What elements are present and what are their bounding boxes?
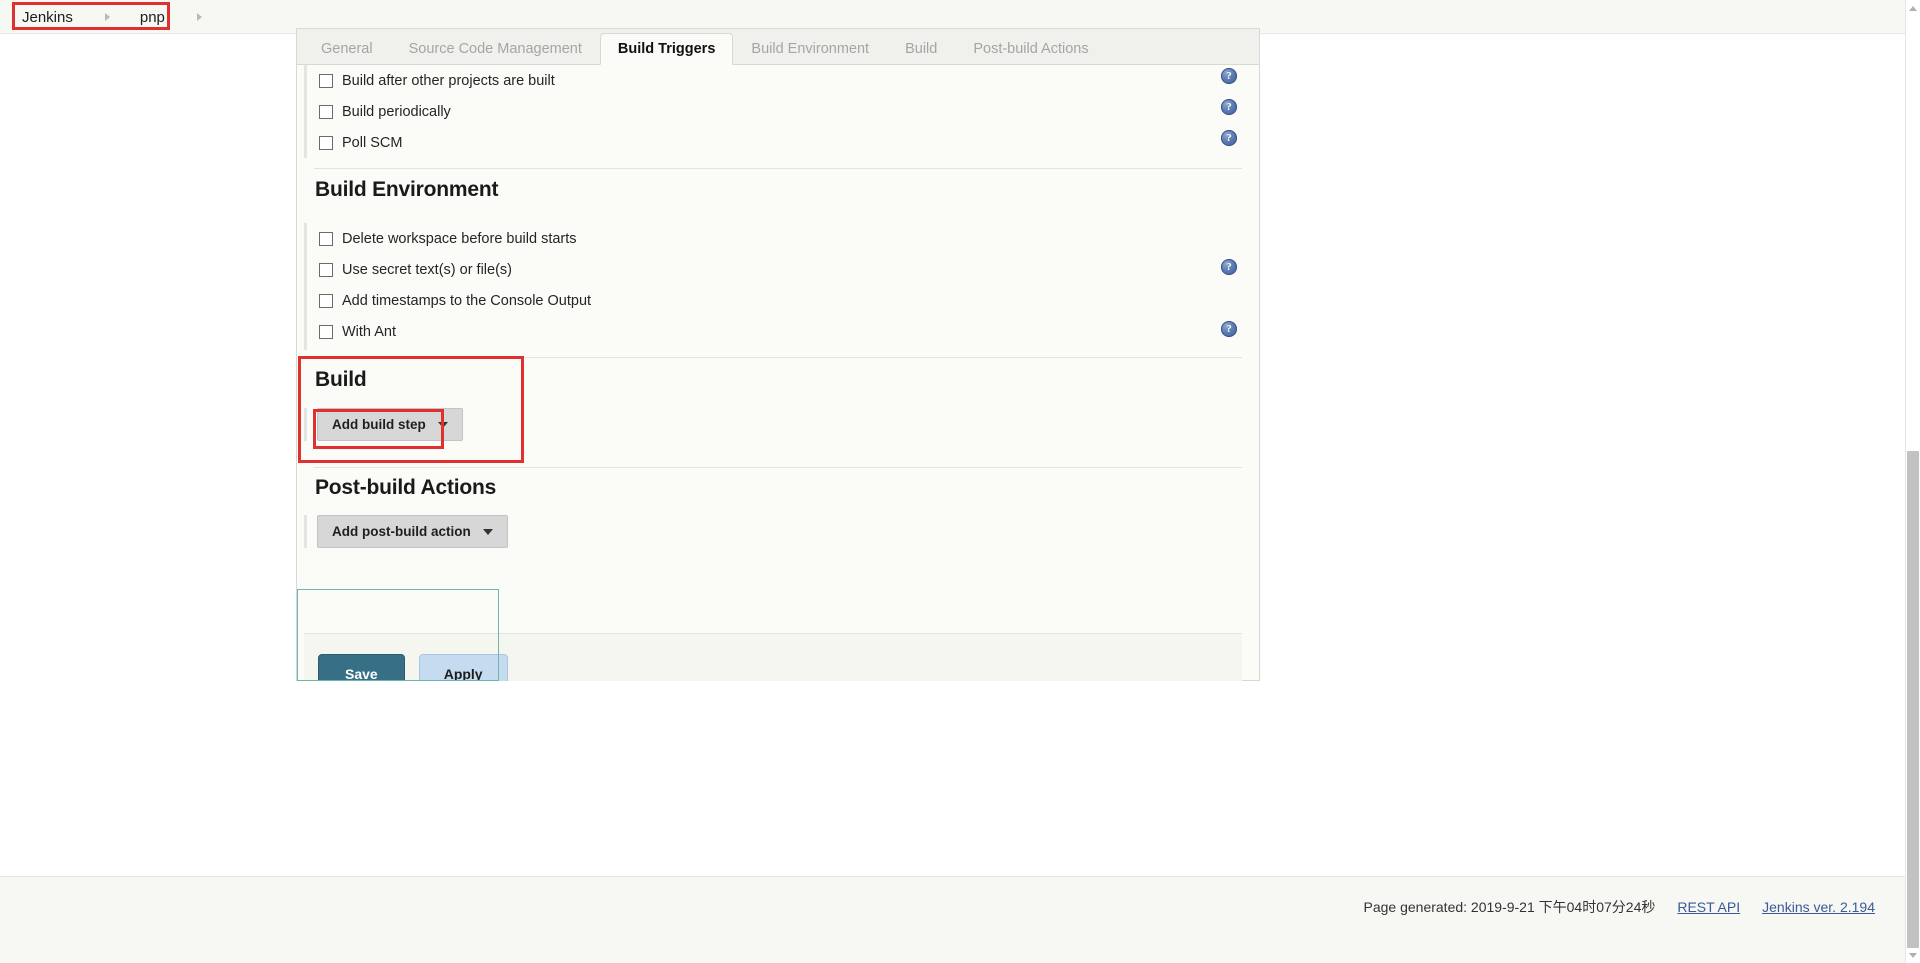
help-icon-use-secret-text[interactable]: ? <box>1221 259 1237 275</box>
checkbox-row-use-secret-text[interactable]: Use secret text(s) or file(s) <box>307 254 1242 285</box>
divider-build <box>314 357 1242 358</box>
add-post-build-action-button[interactable]: Add post-build action <box>317 515 508 548</box>
checkbox-label-build-periodically: Build periodically <box>342 103 451 120</box>
build-environment-checkbox-group: Delete workspace before build starts Use… <box>304 223 1242 350</box>
divider-build-environment <box>314 168 1242 169</box>
checkbox-label-add-timestamps: Add timestamps to the Console Output <box>342 292 592 309</box>
tab-post-build-actions[interactable]: Post-build Actions <box>955 33 1106 64</box>
chevron-right-icon-2 <box>196 13 202 21</box>
form-actions-bar: Save Apply <box>304 633 1242 681</box>
section-title-build-environment: Build Environment <box>315 178 499 201</box>
help-icon-with-ant[interactable]: ? <box>1221 321 1237 337</box>
checkbox-build-periodically[interactable] <box>319 104 333 119</box>
scroll-up-arrow-icon[interactable] <box>1906 0 1920 16</box>
add-build-step-button[interactable]: Add build step <box>317 408 463 441</box>
checkbox-build-after-other-projects[interactable] <box>319 73 333 88</box>
checkbox-row-with-ant[interactable]: With Ant <box>307 316 1242 347</box>
tab-source-code-management-label: Source Code Management <box>408 40 582 57</box>
checkbox-label-use-secret-text: Use secret text(s) or file(s) <box>342 261 512 278</box>
checkbox-row-delete-workspace[interactable]: Delete workspace before build starts <box>307 223 1242 254</box>
page-footer: Page generated: 2019-9-21 下午04时07分24秒 RE… <box>0 876 1905 963</box>
tab-post-build-actions-label: Post-build Actions <box>973 40 1089 57</box>
footer-content: Page generated: 2019-9-21 下午04时07分24秒 RE… <box>1364 897 1876 917</box>
tab-build-environment-label: Build Environment <box>751 40 870 57</box>
tab-source-code-management[interactable]: Source Code Management <box>391 33 600 64</box>
tab-build[interactable]: Build <box>887 33 955 64</box>
help-icon-poll-scm[interactable]: ? <box>1221 130 1237 146</box>
post-build-action-button-wrap: Add post-build action <box>304 515 508 548</box>
add-post-build-action-label: Add post-build action <box>332 524 471 539</box>
divider-post-build <box>314 467 1242 468</box>
checkbox-delete-workspace[interactable] <box>319 231 333 246</box>
section-title-build: Build <box>315 368 367 391</box>
save-button[interactable]: Save <box>318 653 405 681</box>
add-build-step-label: Add build step <box>332 417 426 432</box>
breadcrumb-item-jenkins[interactable]: Jenkins <box>20 9 75 26</box>
checkbox-row-build-periodically[interactable]: Build periodically <box>307 96 1242 127</box>
jenkins-job-config-page: Jenkins pnp General Source Code Manageme… <box>0 0 1920 963</box>
rest-api-link[interactable]: REST API <box>1677 899 1740 915</box>
checkbox-label-with-ant: With Ant <box>342 323 396 340</box>
tab-build-triggers-label: Build Triggers <box>617 41 716 57</box>
chevron-down-icon-2 <box>482 528 493 535</box>
tab-general-label: General <box>321 40 373 57</box>
scrollbar-track[interactable] <box>1906 16 1920 948</box>
checkbox-row-poll-scm[interactable]: Poll SCM <box>307 127 1242 158</box>
scrollbar-thumb[interactable] <box>1907 451 1919 948</box>
checkbox-poll-scm[interactable] <box>319 135 333 150</box>
config-tab-bar: General Source Code Management Build Tri… <box>296 28 1260 65</box>
page-scrollbar[interactable] <box>1905 0 1920 963</box>
checkbox-label-delete-workspace: Delete workspace before build starts <box>342 230 577 247</box>
build-step-button-wrap: Add build step <box>304 408 463 441</box>
help-icon-build-after-other-projects[interactable]: ? <box>1221 68 1237 84</box>
breadcrumb-item-pnp[interactable]: pnp <box>138 9 167 26</box>
tab-build-label: Build <box>905 40 938 57</box>
checkbox-add-timestamps[interactable] <box>319 293 333 308</box>
apply-button[interactable]: Apply <box>418 653 508 681</box>
chevron-down-icon <box>437 421 448 428</box>
jenkins-version-link[interactable]: Jenkins ver. 2.194 <box>1762 899 1875 915</box>
checkbox-with-ant[interactable] <box>319 324 333 339</box>
build-triggers-checkbox-group: Build after other projects are built Bui… <box>304 65 1242 158</box>
checkbox-label-poll-scm: Poll SCM <box>342 134 403 151</box>
checkbox-use-secret-text[interactable] <box>319 262 333 277</box>
tab-build-triggers[interactable]: Build Triggers <box>599 33 734 65</box>
tab-general[interactable]: General <box>303 33 391 64</box>
page-generated-text: Page generated: 2019-9-21 下午04时07分24秒 <box>1363 899 1656 915</box>
config-form-body: Build after other projects are built Bui… <box>296 65 1260 681</box>
help-icon-build-periodically[interactable]: ? <box>1221 99 1237 115</box>
checkbox-row-add-timestamps[interactable]: Add timestamps to the Console Output <box>307 285 1242 316</box>
chevron-right-icon <box>104 13 110 21</box>
checkbox-row-build-after-other-projects[interactable]: Build after other projects are built <box>307 65 1242 96</box>
tab-build-environment[interactable]: Build Environment <box>733 33 887 64</box>
checkbox-label-build-after-other-projects: Build after other projects are built <box>342 72 555 89</box>
section-title-post-build-actions: Post-build Actions <box>315 476 497 499</box>
scroll-down-arrow-icon[interactable] <box>1906 947 1920 963</box>
